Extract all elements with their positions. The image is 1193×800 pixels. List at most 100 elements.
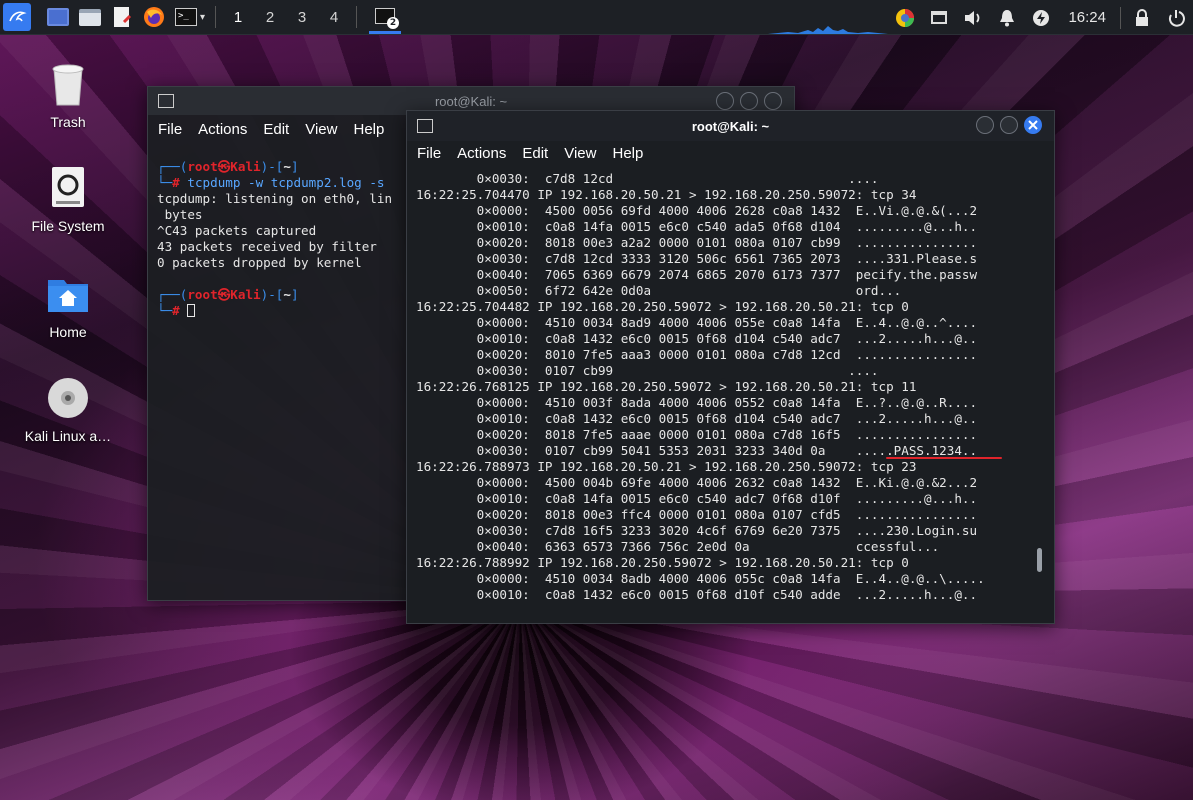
power-manager-button[interactable] [1024,0,1058,35]
minimize-button[interactable] [976,116,994,134]
terminal-task-button[interactable]: 2 [369,1,401,34]
dump-line: 0×0000: 4510 0034 8ad9 4000 4006 055e c0… [416,315,978,330]
workspace-2-button[interactable]: 2 [254,9,286,26]
dump-line: 0×0010: c0a8 14fa 0015 e6c0 c540 ada5 0f… [416,219,978,234]
menu-file[interactable]: File [417,145,441,162]
menu-edit[interactable]: Edit [263,121,289,138]
prompt-user: root [187,159,218,174]
packet-dump-output[interactable]: 0×0030: c7d8 12cd .... 16:22:25.704470 IP… [407,167,1054,617]
file-manager-launcher[interactable] [75,2,105,32]
dump-line: 16:22:26.788992 IP 192.168.20.250.59072 … [416,555,909,570]
lock-icon [1136,8,1148,26]
panel-clock[interactable]: 16:24 [1058,9,1116,26]
dump-line: 0×0030: c7d8 12cd 3333 3120 506c 6561 73… [416,251,978,266]
colorful-ball-icon [896,8,915,27]
dump-line: 0×0030: 0107 cb99 .... [416,363,879,378]
workspace-1-button[interactable]: 1 [222,9,254,26]
menu-help[interactable]: Help [612,145,643,162]
dump-line: 0×0030: c7d8 16f5 3233 3020 4c6f 6769 6e… [416,523,978,538]
panel-separator [356,6,357,28]
desktop-icon-label: Trash [50,114,86,130]
window-title: root@Kali: ~ [691,118,770,134]
home-folder-icon [46,270,90,318]
maximize-button[interactable] [1000,116,1018,134]
prompt-host: Kali [230,287,261,302]
password-highlight-underline [886,457,1002,459]
trash-icon [46,60,90,108]
dump-line: 0×0020: 8018 7fe5 aaae 0000 0101 080a c7… [416,427,978,442]
text-editor-launcher[interactable] [107,2,137,32]
menu-actions[interactable]: Actions [457,145,506,162]
window-titlebar[interactable]: root@Kali: ~ [407,111,1054,141]
menu-help[interactable]: Help [353,121,384,138]
screen-icon [931,11,948,24]
panel-separator [215,6,216,28]
desktop-icon-label: File System [31,218,105,234]
bell-icon [1000,9,1015,26]
volume-button[interactable] [956,0,990,35]
screen-button[interactable] [922,0,956,35]
prompt-user: root [187,287,218,302]
close-button[interactable] [764,92,782,110]
chevron-down-icon[interactable]: ▾ [200,12,205,23]
workspace-4-button[interactable]: 4 [318,9,350,26]
prompt-dir: ~ [283,159,291,174]
output-line: bytes [157,207,203,222]
window-count-badge: 2 [387,16,399,29]
menu-file[interactable]: File [158,121,182,138]
show-desktop-button[interactable] [43,2,73,32]
menu-bar: File Actions Edit View Help [407,139,1054,167]
dump-line: 0×0030: c7d8 12cd .... [416,171,879,186]
scrollbar-thumb[interactable] [1037,548,1042,572]
workspace-3-button[interactable]: 3 [286,9,318,26]
notifications-button[interactable] [990,0,1024,35]
menu-edit[interactable]: Edit [522,145,548,162]
panel-separator [1120,6,1121,29]
dump-line: 0×0050: 6f72 642e 0d0a ord... [416,283,902,298]
output-line: tcpdump: listening on eth0, lin [157,191,393,206]
kali-dragon-icon [9,11,27,22]
command-text: tcpdump -w tcpdump2.log -s [187,175,385,190]
desktop-icon-kali-disc[interactable]: Kali Linux a… [18,374,118,444]
dump-line: 0×0040: 6363 6573 7366 756c 2e0d 0a cces… [416,539,940,554]
firefox-launcher[interactable] [139,2,169,32]
network-activity-graph [768,26,888,34]
dump-line: 0×0020: 8010 7fe5 aaa3 0000 0101 080a c7… [416,347,978,362]
desktop-icon-label: Kali Linux a… [24,428,112,444]
menu-view[interactable]: View [564,145,596,162]
output-line: ^C43 packets captured [157,223,317,238]
dump-line: 0×0000: 4510 003f 8ada 4000 4006 0552 c0… [416,395,978,410]
desktop-icon [47,8,69,26]
kali-menu-button[interactable] [3,3,31,31]
dump-line: 0×0000: 4500 004b 69fe 4000 4006 2632 c0… [416,475,978,490]
output-line: 43 packets received by filter [157,239,377,254]
prompt-dir: ~ [283,287,291,302]
dump-line: 0×0040: 7065 6369 6679 2074 6865 2070 61… [416,267,978,282]
close-button[interactable] [1024,116,1042,134]
terminal-window-front[interactable]: root@Kali: ~ File Actions Edit View Help… [406,110,1055,624]
maximize-button[interactable] [740,92,758,110]
dump-line: 0×0010: c0a8 1432 e6c0 0015 0f68 d10f c5… [416,587,978,602]
optical-disc-icon [46,374,90,422]
update-notifier-button[interactable] [888,0,922,35]
logout-button[interactable] [1159,0,1193,35]
menu-view[interactable]: View [305,121,337,138]
menu-actions[interactable]: Actions [198,121,247,138]
dump-line: 0×0020: 8018 00e3 a2a2 0000 0101 080a 01… [416,235,978,250]
lock-screen-button[interactable] [1125,0,1159,35]
dump-line: 0×0000: 4510 0034 8adb 4000 4006 055c c0… [416,571,985,586]
lightning-icon [1033,9,1050,26]
window-title: root@Kali: ~ [434,93,508,109]
desktop-icon-file-system[interactable]: File System [18,164,118,234]
output-line: 0 packets dropped by kernel [157,255,362,270]
prompt-at: ㉿ [217,159,231,174]
desktop-icon-trash[interactable]: Trash [18,60,118,130]
desktop-icon-home[interactable]: Home [18,270,118,340]
dump-line: 0×0020: 8018 00e3 ffc4 0000 0101 080a 01… [416,507,978,522]
terminal-launcher[interactable]: >_ ▾ [171,2,209,32]
dump-line: 16:22:26.768125 IP 192.168.20.250.59072 … [416,379,917,394]
drive-icon [46,164,90,212]
dump-line: 16:22:25.704482 IP 192.168.20.250.59072 … [416,299,909,314]
text-cursor [187,304,196,317]
minimize-button[interactable] [716,92,734,110]
